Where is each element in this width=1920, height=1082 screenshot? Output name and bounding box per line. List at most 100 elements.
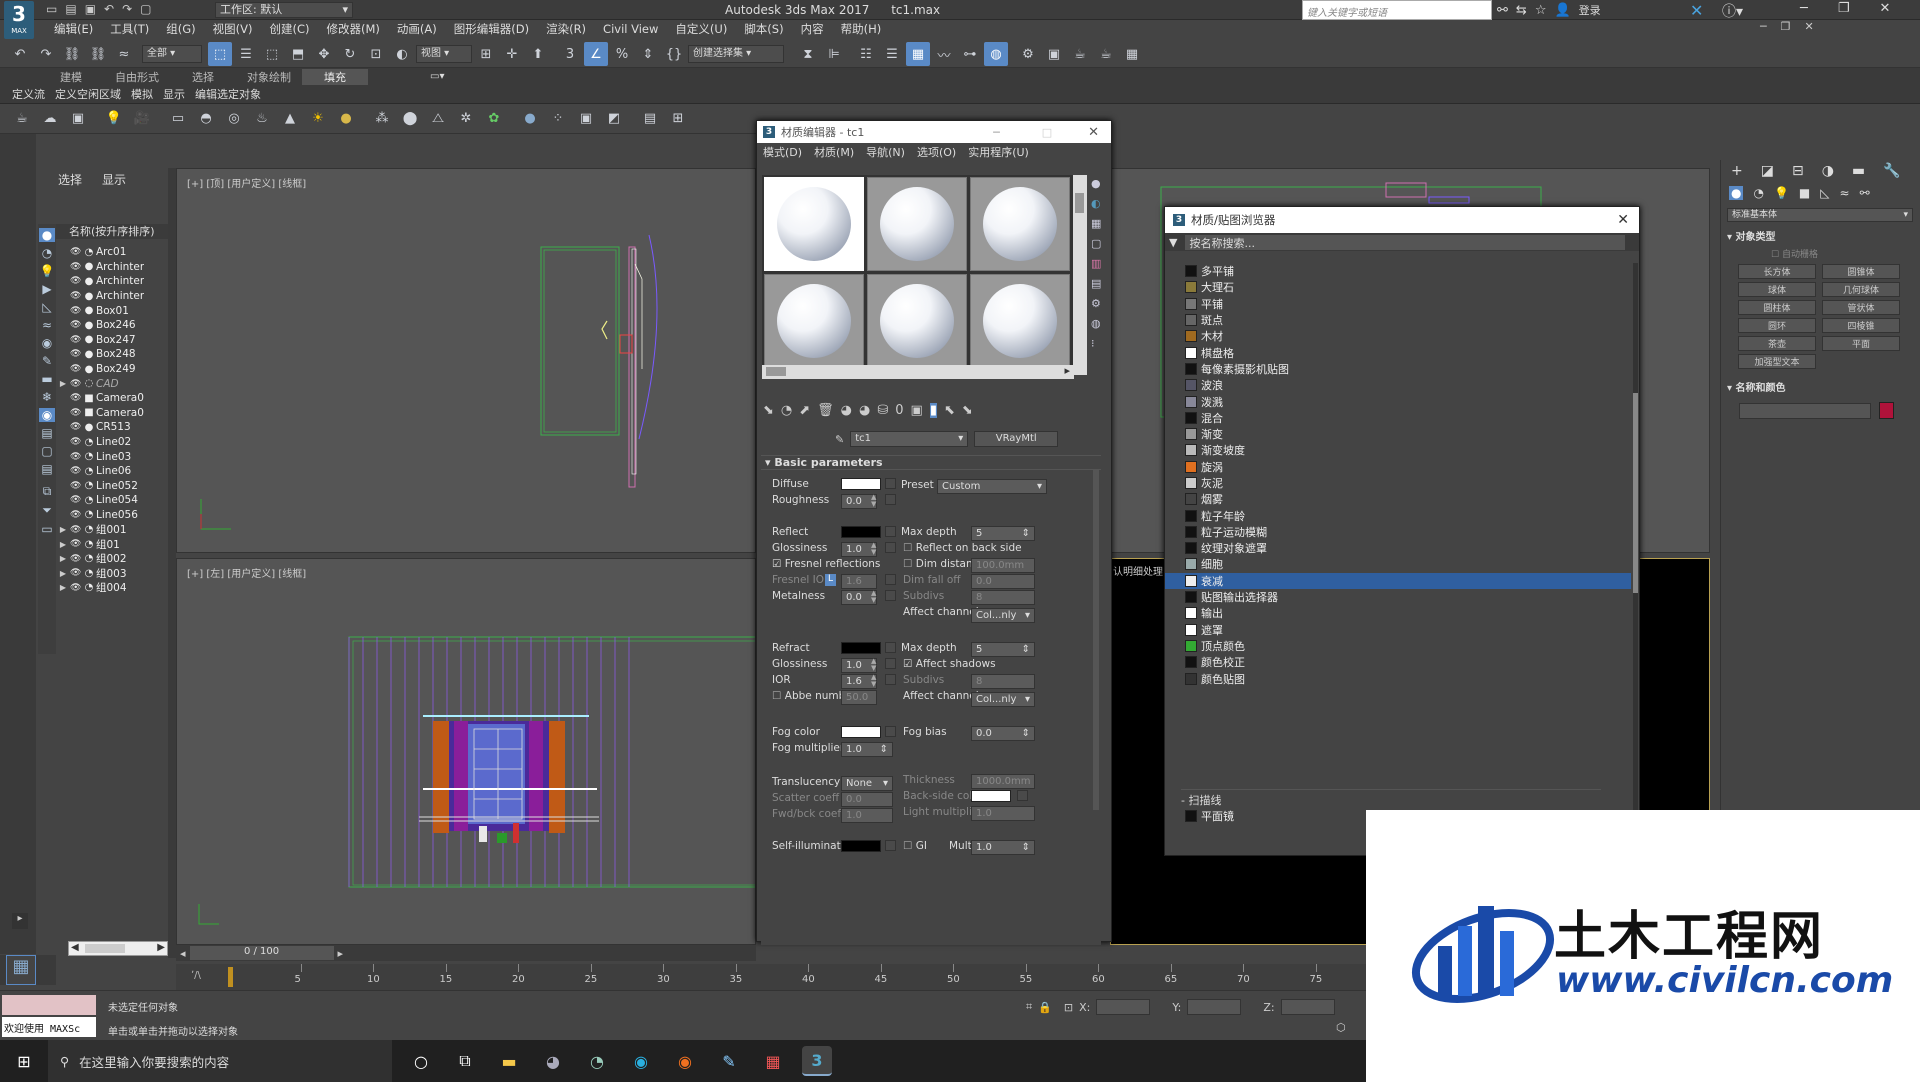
menu-item[interactable]: Civil View bbox=[603, 22, 658, 36]
viewport-top[interactable]: [+] [顶] [用户定义] [线框] bbox=[176, 168, 756, 553]
material-editor-menu-item[interactable]: 实用程序(U) bbox=[968, 144, 1029, 160]
visibility-eye-icon[interactable]: 👁 bbox=[70, 291, 82, 301]
scene-item[interactable]: 👁 ● Box01 bbox=[56, 303, 168, 318]
filter-icon[interactable]: ⏷ bbox=[42, 503, 52, 518]
visibility-eye-icon[interactable]: 👁 bbox=[70, 437, 82, 447]
task-view-icon[interactable]: ⧉ bbox=[450, 1046, 480, 1076]
map-list-item[interactable]: 颜色校正 bbox=[1165, 654, 1631, 670]
material-editor-min-icon[interactable]: ─ bbox=[993, 126, 1000, 139]
scene-item[interactable]: 👁 ■ Camera0 bbox=[56, 391, 168, 406]
scene-item[interactable]: 👁 ◔ Line054 bbox=[56, 493, 168, 508]
close-icon[interactable]: ✕ bbox=[1879, 1, 1890, 16]
fresnel-lock-button[interactable]: L bbox=[825, 574, 836, 586]
metalness-spinner[interactable]: ▲ ▼ bbox=[871, 590, 879, 604]
ribbon-sub-item[interactable]: 显示 bbox=[163, 86, 185, 102]
object-type-button[interactable]: 圆锥体 bbox=[1822, 264, 1900, 279]
object-type-button[interactable]: 几何球体 bbox=[1822, 282, 1900, 297]
scene-item[interactable]: 👁 ● Box247 bbox=[56, 333, 168, 348]
scene-explorer-icon[interactable]: ▦ bbox=[906, 42, 930, 66]
menu-item[interactable]: 修改器(M) bbox=[327, 21, 380, 37]
map-list-item[interactable]: 衰减 bbox=[1165, 572, 1631, 589]
fog-multiplier-field[interactable]: 1.0 ⇕ bbox=[841, 742, 893, 757]
put-to-scene-icon[interactable]: ◔ bbox=[781, 403, 792, 418]
scene-item[interactable]: ▶ 👁 ◔ 组003 bbox=[56, 566, 168, 581]
display-spacewarps-icon[interactable]: ≈ bbox=[42, 318, 52, 332]
assign-material-icon[interactable]: ⬈ bbox=[799, 403, 810, 418]
cloud-icon[interactable]: ☁ bbox=[38, 107, 62, 131]
search-input[interactable]: 键入关键字或短语 bbox=[1302, 0, 1492, 20]
material-type-button[interactable]: VRayMtl bbox=[974, 431, 1059, 447]
menu-item[interactable]: 视图(V) bbox=[213, 21, 253, 37]
render-icon[interactable]: ◩ bbox=[602, 107, 626, 131]
map-list-item[interactable]: 烟雾 bbox=[1165, 491, 1631, 507]
visibility-eye-icon[interactable]: 👁 bbox=[70, 452, 82, 462]
slot-scrollbar[interactable]: ▸ bbox=[762, 364, 1074, 379]
app3-icon[interactable]: ▦ bbox=[758, 1046, 788, 1076]
map-list-item[interactable]: 颜色贴图 bbox=[1165, 670, 1631, 686]
subdivs-field[interactable]: 8 bbox=[971, 590, 1035, 605]
scene-item[interactable]: 👁 ● Archinter bbox=[56, 274, 168, 289]
refract-glossiness-map-button[interactable] bbox=[885, 658, 896, 669]
time-next-icon[interactable]: ▸ bbox=[338, 947, 344, 960]
keyboard-shortcut-icon[interactable]: ⬆ bbox=[526, 42, 550, 66]
map-list-item[interactable]: 细胞 bbox=[1165, 556, 1631, 572]
time-prev-icon[interactable]: ◂ bbox=[180, 947, 186, 960]
scene-item[interactable]: 👁 ■ Camera0 bbox=[56, 406, 168, 421]
link-icon[interactable]: ⛓ bbox=[60, 42, 84, 66]
ribbon-toggle-icon[interactable]: ☰ bbox=[880, 42, 904, 66]
tiling-icon[interactable]: ▢ bbox=[1091, 237, 1101, 250]
shapes-icon[interactable]: ◔ bbox=[1753, 186, 1763, 200]
fresnel-ior-map-button[interactable] bbox=[885, 574, 896, 585]
expand-arrow-icon[interactable]: ▶ bbox=[56, 525, 70, 534]
expand-arrow-icon[interactable]: ▶ bbox=[56, 569, 70, 578]
vray-sphere-icon[interactable]: ● bbox=[518, 107, 542, 131]
name-color-rollout[interactable]: ▾ 名称和颜色 bbox=[1727, 379, 1914, 394]
vfb-icon[interactable]: ▣ bbox=[574, 107, 598, 131]
object-type-button[interactable]: 圆环 bbox=[1738, 318, 1816, 333]
menu-item[interactable]: 渲染(R) bbox=[546, 21, 586, 37]
metalness-map-button[interactable] bbox=[885, 590, 896, 601]
menu-item[interactable]: 创建(C) bbox=[269, 21, 309, 37]
map-list-item[interactable]: 大理石 bbox=[1165, 279, 1631, 295]
pivot-icon[interactable]: ⊞ bbox=[474, 42, 498, 66]
refract-affect-channels-dropdown[interactable]: Col...nly ▾ bbox=[971, 692, 1035, 707]
material-editor-menu-item[interactable]: 材质(M) bbox=[814, 144, 854, 160]
ribbon-sub-item[interactable]: 定义空闲区域 bbox=[55, 86, 121, 102]
ies-light-icon[interactable]: ♨ bbox=[250, 107, 274, 131]
object-type-button[interactable]: 球体 bbox=[1738, 282, 1816, 297]
angle-snap-icon[interactable]: ∠ bbox=[584, 42, 608, 66]
object-type-button[interactable]: 管状体 bbox=[1822, 300, 1900, 315]
fog-color-map-button[interactable] bbox=[885, 726, 896, 737]
render-setup-icon[interactable]: ⚙ bbox=[1016, 42, 1040, 66]
exchange-icon[interactable]: ✕ bbox=[1690, 1, 1708, 20]
sun-icon[interactable]: ☀ bbox=[306, 107, 330, 131]
visibility-eye-icon[interactable]: 👁 bbox=[70, 539, 82, 549]
left-expand-icon[interactable]: ▸ bbox=[12, 913, 28, 929]
systems-icon[interactable]: ⚯ bbox=[1860, 186, 1870, 200]
project-icon[interactable]: ▢ bbox=[140, 2, 151, 16]
app2-icon[interactable]: ◔ bbox=[582, 1046, 612, 1076]
max-depth-field[interactable]: 5 ⇕ bbox=[971, 526, 1035, 541]
folder-icon[interactable]: ▭ bbox=[41, 522, 52, 536]
ribbon-tab[interactable]: 填充 bbox=[302, 69, 368, 85]
object-type-button[interactable]: 圆柱体 bbox=[1738, 300, 1816, 315]
go-forward-sibling-icon[interactable]: ⬊ bbox=[962, 403, 973, 418]
material-editor-menu-item[interactable]: 导航(N) bbox=[866, 144, 905, 160]
lights-icon[interactable]: 💡 bbox=[1774, 186, 1789, 200]
make-preview-icon[interactable]: ▤ bbox=[1091, 277, 1101, 290]
show-end-result-icon[interactable]: ▮ bbox=[929, 403, 937, 418]
scene-item[interactable]: 👁 ● Archinter bbox=[56, 289, 168, 304]
affect-channels-dropdown[interactable]: Col...nly ▾ bbox=[971, 608, 1035, 623]
display-none-icon[interactable]: ▢ bbox=[41, 444, 52, 458]
notepad-icon[interactable]: ✎ bbox=[714, 1046, 744, 1076]
glossiness-spinner[interactable]: ▲ ▼ bbox=[871, 542, 879, 556]
roughness-map-button[interactable] bbox=[885, 494, 896, 505]
map-list-item[interactable]: 木材 bbox=[1165, 328, 1631, 344]
helpers-icon[interactable]: ◺ bbox=[1820, 186, 1829, 200]
gear-icon[interactable]: ✲ bbox=[454, 107, 478, 131]
display-lights-icon[interactable]: 💡 bbox=[40, 264, 55, 278]
display-particles-icon[interactable]: ❄ bbox=[42, 390, 52, 404]
object-type-button[interactable]: 茶壶 bbox=[1738, 336, 1816, 351]
background-icon[interactable]: ▦ bbox=[1091, 217, 1101, 230]
restore-icon[interactable]: ❐ bbox=[1838, 1, 1850, 16]
